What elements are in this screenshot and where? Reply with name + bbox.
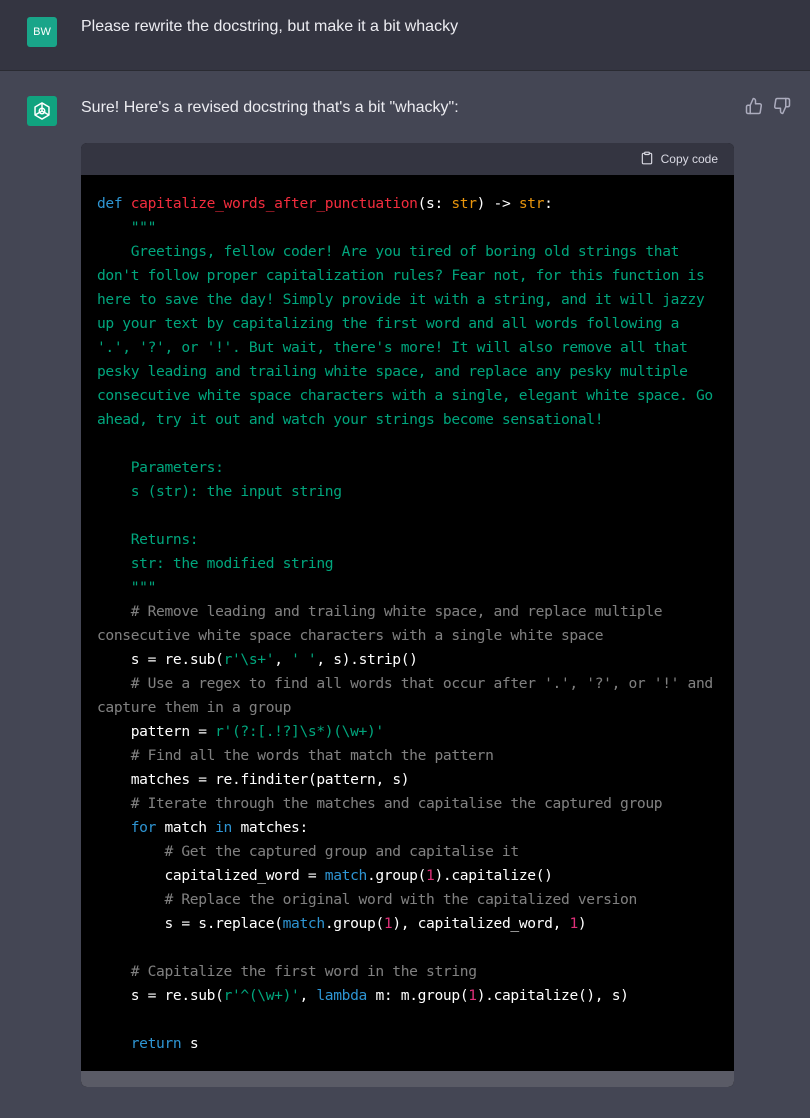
copy-code-label: Copy code — [660, 152, 718, 166]
code-line: # Use a regex to find all words that occ… — [97, 675, 713, 692]
code-line: don't follow proper capitalization rules… — [97, 267, 705, 284]
code-line: def capitalize_words_after_punctuation(s… — [97, 195, 553, 212]
code-line: # Iterate through the matches and capita… — [97, 795, 663, 812]
code-line: matches = re.finditer(pattern, s) — [130, 771, 410, 788]
code-line: capture them in a group — [97, 699, 292, 716]
horizontal-scrollbar[interactable] — [81, 1071, 734, 1087]
code-line: Returns: — [97, 531, 199, 548]
clipboard-icon — [640, 151, 654, 168]
code-line: here to save the day! Simply provide it … — [97, 291, 705, 308]
code-line: capitalized_word = match.group(1).capita… — [164, 867, 553, 884]
code-line: # Find all the words that match the patt… — [97, 747, 494, 764]
code-line: # Capitalize the first word in the strin… — [97, 963, 477, 980]
code-line: for match in matches: — [130, 819, 309, 836]
code-block: Copy code def capitalize_words_after_pun… — [81, 143, 734, 1087]
assistant-intro-text: Sure! Here's a revised docstring that's … — [81, 99, 459, 116]
code-line: # Get the captured group and capitalise … — [97, 843, 519, 860]
user-message-row: BW Please rewrite the docstring, but mak… — [0, 0, 810, 71]
code-line: s = s.replace(match.group(1), capitalize… — [164, 915, 587, 932]
code-line: pattern = r'(?:[.!?]\s*)(\w+)' — [130, 723, 384, 740]
user-avatar: BW — [27, 17, 57, 47]
openai-logo-icon — [27, 96, 57, 126]
code-text: def capitalize_words_after_punctuation(s… — [81, 175, 734, 1056]
assistant-message-row: Sure! Here's a revised docstring that's … — [0, 71, 810, 1118]
user-message-text: Please rewrite the docstring, but make i… — [81, 18, 459, 35]
code-line: s = re.sub(r'\s+', ' ', s).strip() — [130, 651, 418, 668]
code-line: """ — [97, 219, 157, 236]
code-line: consecutive white space characters with … — [97, 387, 713, 404]
code-line: pesky leading and trailing white space, … — [97, 363, 688, 380]
code-line: up your text by capitalizing the first w… — [97, 315, 680, 332]
code-line: str: the modified string — [97, 555, 334, 572]
code-line: """ — [97, 579, 157, 596]
code-line: s (str): the input string — [97, 483, 342, 500]
code-line: return s — [130, 1035, 199, 1052]
copy-code-button[interactable]: Copy code — [640, 150, 718, 168]
code-content[interactable]: def capitalize_words_after_punctuation(s… — [81, 175, 734, 1071]
code-line: '.', '?', or '!'. But wait, there's more… — [97, 339, 688, 356]
code-line: Parameters: — [97, 459, 224, 476]
thumbs-down-icon[interactable] — [773, 97, 791, 115]
thumbs-up-icon[interactable] — [745, 97, 763, 115]
code-line: # Remove leading and trailing white spac… — [97, 603, 663, 620]
code-block-header: Copy code — [81, 143, 734, 175]
code-line: # Replace the original word with the cap… — [97, 891, 637, 908]
code-line: ahead, try it out and watch your strings… — [97, 411, 604, 428]
code-line: Greetings, fellow coder! Are you tired o… — [97, 243, 680, 260]
code-line: s = re.sub(r'^(\w+)', lambda m: m.group(… — [130, 987, 629, 1004]
code-line: consecutive white space characters with … — [97, 627, 604, 644]
